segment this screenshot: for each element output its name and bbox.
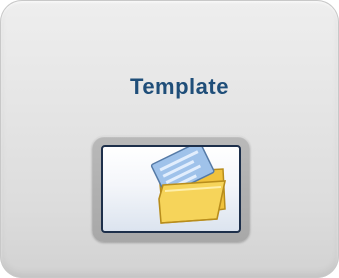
panel-title: Template (130, 74, 229, 99)
folder-with-document-icon (150, 147, 226, 224)
template-panel: Template (0, 0, 339, 278)
template-button-frame (92, 136, 250, 242)
template-open-button[interactable] (101, 145, 241, 233)
